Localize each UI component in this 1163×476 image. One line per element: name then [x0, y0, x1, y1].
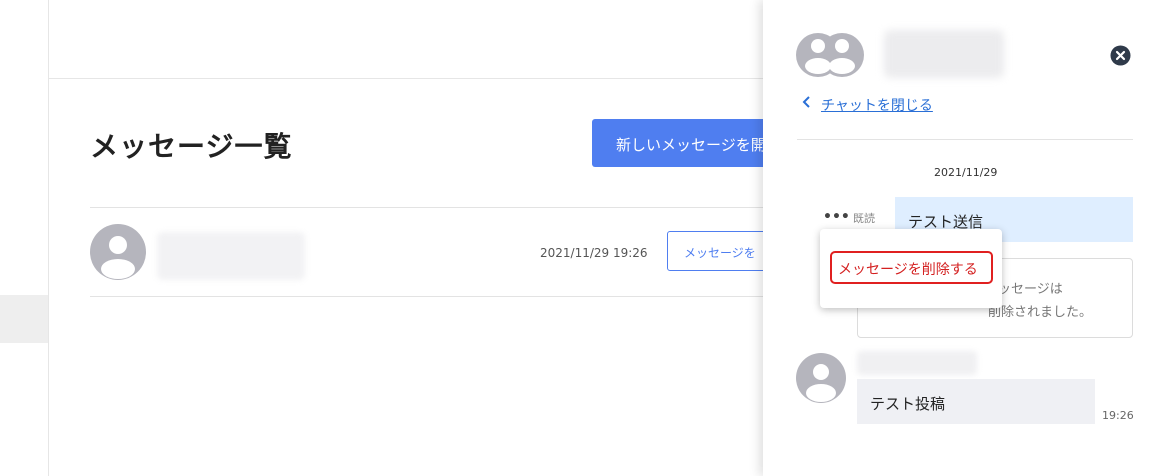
other-message-bubble: テスト投稿: [857, 379, 1095, 424]
chevron-left-icon: [802, 96, 810, 108]
chat-panel: チャットを閉じる 2021/11/29 ••• 既読 テスト送信 ッセージは 削…: [763, 0, 1163, 476]
close-chat-link[interactable]: チャットを閉じる: [802, 95, 933, 115]
new-message-button[interactable]: 新しいメッセージを開: [592, 119, 792, 167]
row-timestamp: 2021/11/29 19:26: [540, 246, 648, 260]
page-title: メッセージ一覧: [90, 130, 293, 163]
group-avatar: [796, 30, 864, 80]
blurred-chat-name: [884, 30, 1004, 78]
user-icon: [101, 236, 135, 279]
divider: [797, 139, 1133, 140]
message-options-popup: メッセージを削除する: [820, 229, 1002, 308]
delete-message-button[interactable]: メッセージを削除する: [830, 251, 993, 284]
main-content: メッセージ一覧 新しいメッセージを開 2021/11/29 19:26 メッセー…: [49, 0, 792, 476]
user-icon: [806, 364, 836, 402]
top-bar: [49, 0, 763, 79]
close-chat-label: チャットを閉じる: [821, 98, 933, 114]
blurred-name: [157, 232, 305, 280]
blurred-sender-name: [857, 351, 977, 375]
deleted-message-text-1: ッセージは: [998, 282, 1063, 297]
more-options-icon[interactable]: •••: [823, 209, 850, 225]
divider: [90, 296, 770, 297]
avatar: [90, 224, 146, 280]
left-sidebar: [0, 0, 49, 476]
sidebar-item-active[interactable]: [0, 295, 48, 343]
open-message-button[interactable]: メッセージを: [667, 231, 777, 271]
close-button[interactable]: [1110, 45, 1131, 66]
close-icon: [1110, 45, 1131, 66]
message-time: 19:26: [1102, 409, 1134, 422]
read-status: 既読: [853, 212, 875, 225]
deleted-message-text-2: 削除されました。: [988, 305, 1093, 320]
date-separator: 2021/11/29: [934, 166, 998, 179]
avatar: [796, 353, 846, 403]
divider: [90, 207, 770, 208]
group-user-icon: [796, 33, 864, 77]
